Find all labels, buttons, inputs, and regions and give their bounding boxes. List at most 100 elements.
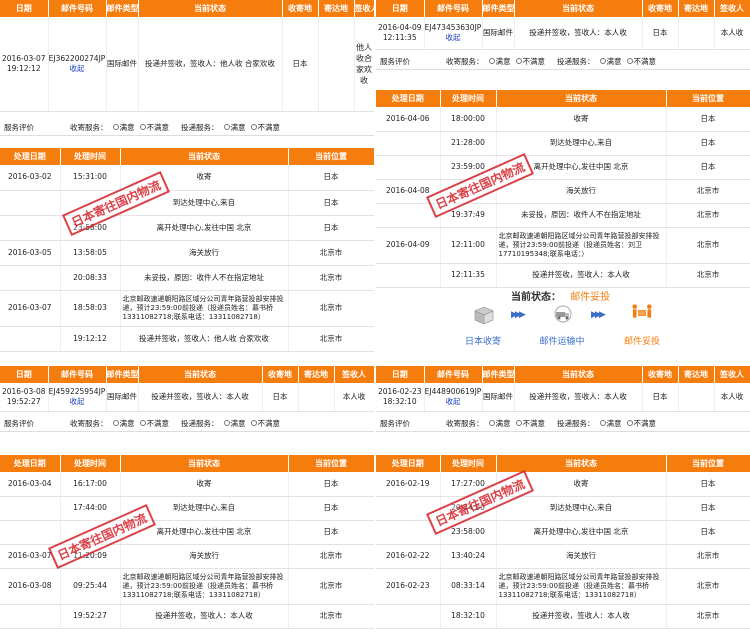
- tracking-row: 2016-03-08 09:25:44 北京邮政速递朝阳路区域分公司青年路营投部安排…: [0, 568, 374, 605]
- collect-eval-group: 收寄服务： 满意 不满意: [446, 418, 545, 429]
- deliver-ok-radio[interactable]: [599, 420, 606, 426]
- col-current-status: 当前状态: [120, 455, 289, 472]
- deliver-ok-radio[interactable]: [223, 124, 230, 130]
- col-date: 日期: [376, 0, 425, 17]
- deliver-bad-radio[interactable]: [626, 58, 633, 64]
- collapse-link[interactable]: 收起: [446, 397, 461, 406]
- collect-ok-radio[interactable]: [112, 124, 119, 130]
- col-current-location: 当前位置: [666, 455, 750, 472]
- collect-bad-radio[interactable]: [515, 58, 522, 64]
- collect-eval-label: 收寄服务：: [446, 56, 484, 66]
- col-process-time: 处理时间: [440, 90, 497, 107]
- col-current-status: 当前状态: [496, 90, 667, 107]
- mail-signer: 本人收: [334, 383, 374, 412]
- col-signer: 签收人: [714, 0, 750, 17]
- collapse-link[interactable]: 收起: [446, 33, 461, 42]
- deliver-eval-group: 投递服务： 满意 不满意: [181, 122, 280, 133]
- col-current-status: 当前状态: [120, 148, 289, 165]
- status-text: 海关放行: [496, 179, 667, 204]
- current-status-bar: 当前状态： 邮件妥投 ▶▶▶ ▶▶▶ 日本收寄 邮件运输中 邮件妥投: [375, 288, 750, 350]
- process-date: 2016-02-23: [376, 568, 441, 605]
- current-status-line: 当前状态： 邮件妥投: [511, 288, 610, 303]
- process-time: 09:25:44: [60, 568, 121, 605]
- mail-origin: 日本: [282, 17, 319, 112]
- mail-origin: 日本: [262, 383, 299, 412]
- deliver-ok-radio[interactable]: [599, 58, 606, 64]
- collect-bad-label: 不满意: [522, 418, 546, 428]
- deliver-bad-radio[interactable]: [250, 420, 257, 426]
- col-destination: 寄达地: [318, 0, 355, 17]
- mail-status: 投递并签收，签收人：本人收: [138, 383, 263, 412]
- mail-panel-bottom-right: 日期 邮件号码 邮件类型 当前状态 收寄地 寄达地 签收人 2016-02-23…: [376, 366, 750, 438]
- process-date: 2016-03-08: [0, 568, 61, 605]
- process-time: 18:00:00: [440, 107, 497, 132]
- status-text[interactable]: 北京邮政速递朝阳路区域分公司青年路营投部安排投递，预计23:59:00前投递（投…: [120, 290, 289, 327]
- service-evaluation-row: 服务评价 收寄服务： 满意 不满意 投递服务： 满意 不满意: [0, 119, 374, 136]
- process-time: 17:44:00: [60, 496, 121, 521]
- deliver-bad-radio[interactable]: [250, 124, 257, 130]
- col-status: 当前状态: [138, 0, 283, 17]
- progress-arrow-icon: ▶▶▶: [591, 310, 606, 320]
- location: 日本: [666, 496, 750, 521]
- mail-number: EJ448900619JP: [424, 386, 482, 396]
- collect-bad-radio[interactable]: [139, 124, 146, 130]
- collect-bad-label: 不满意: [146, 418, 170, 428]
- process-time: 16:17:00: [60, 472, 121, 497]
- status-text: 到达处理中心,来自: [496, 131, 667, 156]
- collect-eval-label: 收寄服务：: [70, 122, 108, 132]
- location: 北京市: [288, 326, 374, 352]
- process-time: 20:08:33: [60, 265, 121, 291]
- location: 北京市: [288, 568, 374, 605]
- deliver-ok-label: 满意: [230, 122, 246, 132]
- tracking-row: 离开处理中心,发往中国 北京 日本: [0, 520, 374, 545]
- col-mail-number: 邮件号码: [48, 366, 107, 383]
- process-date: [376, 131, 441, 156]
- process-date: [376, 263, 441, 288]
- collect-ok-radio[interactable]: [488, 58, 495, 64]
- deliver-eval-label: 投递服务：: [557, 418, 595, 428]
- col-signer: 签收人: [714, 366, 750, 383]
- mail-type: 国际邮件: [482, 383, 515, 412]
- col-origin: 收寄地: [642, 366, 679, 383]
- step-label-collect: 日本收寄: [464, 337, 501, 347]
- location: 日本: [666, 131, 750, 156]
- collect-ok-label: 满意: [119, 418, 135, 428]
- location: 日本: [666, 472, 750, 497]
- process-date: 2016-04-09: [376, 227, 441, 264]
- location: 北京市: [288, 240, 374, 266]
- status-text[interactable]: 北京邮政速递朝阳路区域分公司青年路营投部安排投递，预计23:59:00前投递（投…: [120, 568, 289, 605]
- tracking-row: 到达处理中心,来自 日本: [0, 190, 374, 216]
- status-text: 投递并签收，签收人：本人收: [120, 604, 289, 629]
- tracking-row: 23:59:00 离开处理中心,发往中国 北京 日本: [376, 155, 750, 180]
- deliver-bad-label: 不满意: [257, 122, 281, 132]
- col-origin: 收寄地: [642, 0, 679, 17]
- process-date: [0, 190, 61, 216]
- collect-bad-radio[interactable]: [139, 420, 146, 426]
- collapse-link[interactable]: 收起: [70, 397, 85, 406]
- deliver-bad-radio[interactable]: [626, 420, 633, 426]
- mail-summary-table: 日期 邮件号码 邮件类型 当前状态 收寄地 寄达地 签收人 2016-03-08…: [0, 366, 374, 412]
- mail-date: 2016-02-23 18:32:10: [376, 383, 425, 412]
- collect-ok-radio[interactable]: [112, 420, 119, 426]
- mail-origin: 日本: [642, 383, 679, 412]
- col-date: 日期: [0, 0, 49, 17]
- tracking-row: 23:58:00 离开处理中心,发往中国 北京 日本: [0, 215, 374, 241]
- status-text[interactable]: 北京邮政速递朝阳路区域分公司青年路营投部安排投递，预计23:59:00前投递（投…: [496, 227, 667, 264]
- mail-destination: [678, 17, 715, 50]
- collapse-link[interactable]: 收起: [70, 64, 85, 73]
- deliver-ok-radio[interactable]: [223, 420, 230, 426]
- collect-bad-label: 不满意: [146, 122, 170, 132]
- status-text[interactable]: 北京邮政速递朝阳路区域分公司青年路营投部安排投递，预计23:59:00前投递（投…: [496, 568, 667, 605]
- tracking-rows: 2016-02-19 17:27:00 收寄 日本 20:24:00 到达处理中心,来自日…: [376, 472, 750, 629]
- tracking-panel-top-right: 处理日期 处理时间 当前状态 当前位置 2016-04-06 18:00:00 收寄…: [376, 90, 750, 288]
- col-process-date: 处理日期: [0, 148, 61, 165]
- collect-bad-radio[interactable]: [515, 420, 522, 426]
- process-date: [376, 604, 441, 629]
- process-time: 12:11:35: [440, 263, 497, 288]
- process-time: 18:58:03: [60, 290, 121, 327]
- collect-ok-radio[interactable]: [488, 420, 495, 426]
- tracking-row: 17:44:00 到达处理中心,来自 日本: [0, 496, 374, 521]
- location: 北京市: [288, 544, 374, 569]
- collect-eval-label: 收寄服务：: [446, 418, 484, 428]
- process-date: [0, 520, 61, 545]
